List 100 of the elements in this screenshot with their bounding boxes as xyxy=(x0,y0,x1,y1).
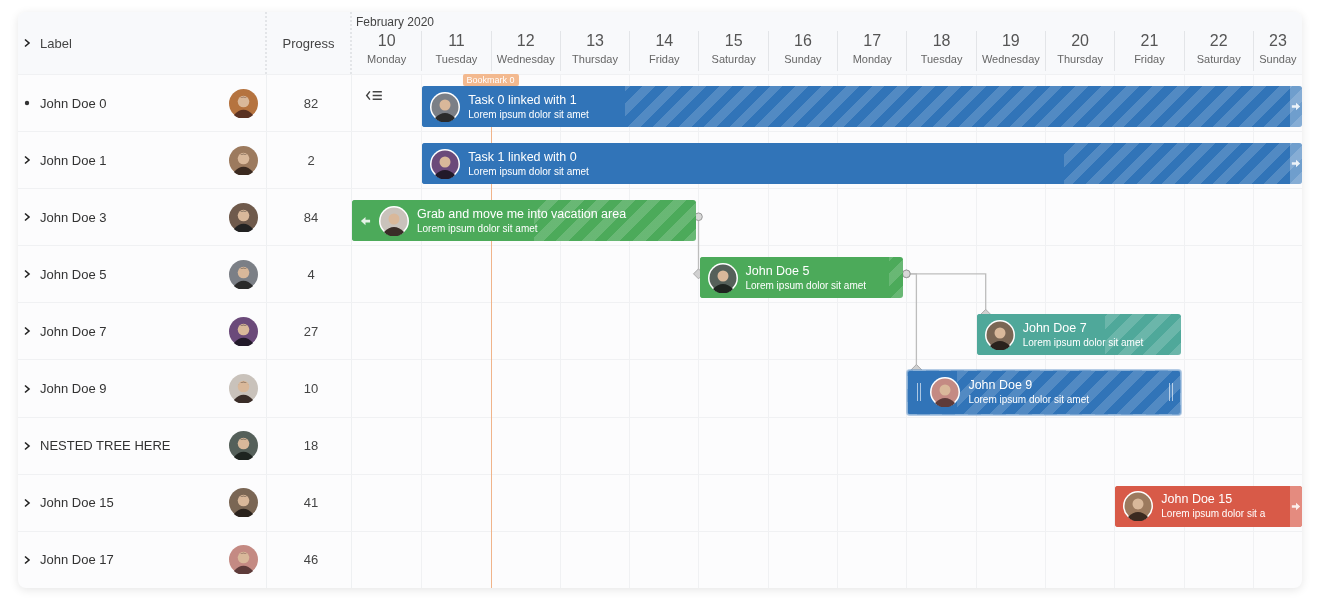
row-label: John Doe 1 xyxy=(40,152,108,168)
bookmark-tag: Bookmark 0 xyxy=(462,74,519,86)
collapse-icon[interactable] xyxy=(365,90,384,101)
expand-icon[interactable] xyxy=(23,497,31,508)
avatar xyxy=(430,148,461,179)
weekday-label: Monday xyxy=(367,52,407,67)
day-number: 13 xyxy=(586,31,604,51)
task-subtitle: Lorem ipsum dolor sit amet xyxy=(745,278,867,293)
weekday-label: Tuesday xyxy=(435,52,478,67)
avatar xyxy=(229,316,258,346)
task-subtitle: Lorem ipsum dolor sit amet xyxy=(468,107,589,122)
avatar xyxy=(229,374,258,403)
task-subtitle: Lorem ipsum dolor sit a xyxy=(1161,507,1266,522)
day-number: 19 xyxy=(1001,31,1020,51)
avatar xyxy=(229,431,258,461)
weekday-label: Thursday xyxy=(1057,52,1104,67)
task-subtitle: Lorem ipsum dolor sit amet xyxy=(1022,335,1144,350)
task-bar[interactable]: John Doe 7 Lorem ipsum dolor sit amet xyxy=(976,314,1181,356)
column-header: Label xyxy=(40,35,72,51)
avatar xyxy=(229,202,258,232)
task-bar[interactable]: John Doe 5 Lorem ipsum dolor sit amet xyxy=(699,257,904,299)
day-number: 20 xyxy=(1071,31,1089,51)
expand-icon[interactable] xyxy=(23,326,31,337)
progress-value: 4 xyxy=(307,266,315,282)
task-title: Task 1 linked with 0 xyxy=(468,148,578,165)
weekday-label: Tuesday xyxy=(920,52,963,67)
task-title: John Doe 7 xyxy=(1022,319,1088,336)
weekday-label: Friday xyxy=(1134,52,1165,67)
day-number: 21 xyxy=(1140,31,1159,51)
expand-icon[interactable] xyxy=(23,440,31,451)
task-title: John Doe 15 xyxy=(1161,491,1234,508)
expand-icon[interactable] xyxy=(23,269,31,280)
expand-icon[interactable] xyxy=(23,155,31,166)
day-number: 18 xyxy=(932,31,951,51)
arrow-right-icon xyxy=(1291,501,1301,511)
expand-icon[interactable] xyxy=(23,212,31,223)
weekday-label: Saturday xyxy=(1196,52,1241,67)
task-bar[interactable]: John Doe 15 Lorem ipsum dolor sit a xyxy=(1115,485,1302,527)
day-number: 23 xyxy=(1269,31,1287,51)
row-label: NESTED TREE HERE xyxy=(40,438,172,454)
row-label: John Doe 3 xyxy=(40,209,108,225)
progress-value: 10 xyxy=(303,381,319,396)
weekday-label: Sunday xyxy=(784,52,822,67)
avatar xyxy=(229,145,258,175)
avatar xyxy=(930,377,961,407)
progress-value: 82 xyxy=(303,95,319,111)
task-bar[interactable]: Grab and move me into vacation area Lorem ipsum dolor sit amet xyxy=(352,200,696,242)
progress-value: 27 xyxy=(303,323,319,339)
day-number: 16 xyxy=(794,31,812,51)
task-subtitle: Lorem ipsum dolor sit amet xyxy=(417,221,539,236)
day-number: 11 xyxy=(448,31,465,51)
day-number: 17 xyxy=(863,31,882,51)
day-number: 14 xyxy=(655,31,674,51)
avatar xyxy=(1123,491,1154,522)
row-label: John Doe 17 xyxy=(40,552,115,568)
weekday-label: Thursday xyxy=(572,52,618,67)
avatar xyxy=(379,205,409,236)
expand-icon[interactable] xyxy=(23,554,31,565)
row-label: John Doe 5 xyxy=(40,266,108,282)
month-label: February 2020 xyxy=(355,14,435,31)
weekday-label: Wednesday xyxy=(981,52,1040,67)
day-number: 22 xyxy=(1209,31,1228,51)
task-bar[interactable]: Task 0 linked with 1 Lorem ipsum dolor sit amet xyxy=(422,86,1302,127)
column-header: Progress xyxy=(282,35,335,51)
task-title: John Doe 5 xyxy=(745,262,811,279)
row-label: John Doe 9 xyxy=(40,381,108,396)
day-number: 10 xyxy=(377,31,396,51)
task-bar[interactable]: John Doe 9 Lorem ipsum dolor sit amet xyxy=(907,369,1181,415)
task-subtitle: Lorem ipsum dolor sit amet xyxy=(468,164,589,179)
progress-value: 41 xyxy=(303,495,319,511)
progress-value: 84 xyxy=(303,209,319,225)
avatar xyxy=(229,488,258,518)
avatar xyxy=(229,545,258,575)
expand-icon[interactable] xyxy=(23,38,31,48)
weekday-label: Saturday xyxy=(711,52,756,67)
avatar xyxy=(984,319,1015,350)
weekday-label: Wednesday xyxy=(496,52,555,67)
day-number: 12 xyxy=(516,31,535,51)
avatar xyxy=(229,259,258,289)
task-title: Grab and move me into vacation area xyxy=(417,205,627,222)
weekday-label: Sunday xyxy=(1259,52,1297,67)
task-subtitle: Lorem ipsum dolor sit amet xyxy=(968,393,1089,407)
progress-value: 18 xyxy=(303,438,319,454)
row-label: John Doe 0 xyxy=(40,95,108,111)
avatar xyxy=(430,91,461,122)
row-label: John Doe 7 xyxy=(40,323,108,339)
weekday-label: Friday xyxy=(649,52,680,67)
row-label: John Doe 15 xyxy=(40,495,115,511)
arrow-right-icon xyxy=(1291,102,1301,111)
avatar xyxy=(707,262,738,293)
progress-value: 46 xyxy=(303,552,319,568)
expand-icon[interactable] xyxy=(23,383,31,394)
arrow-right-icon xyxy=(1291,159,1301,169)
resize-handle[interactable] xyxy=(1167,382,1174,402)
task-bar[interactable]: Task 1 linked with 0 Lorem ipsum dolor sit amet xyxy=(422,143,1302,185)
avatar xyxy=(229,88,258,118)
resize-handle[interactable] xyxy=(916,382,923,402)
link-line xyxy=(693,212,704,280)
scroll-right-button[interactable] xyxy=(1290,143,1302,185)
task-title: John Doe 9 xyxy=(968,377,1034,393)
